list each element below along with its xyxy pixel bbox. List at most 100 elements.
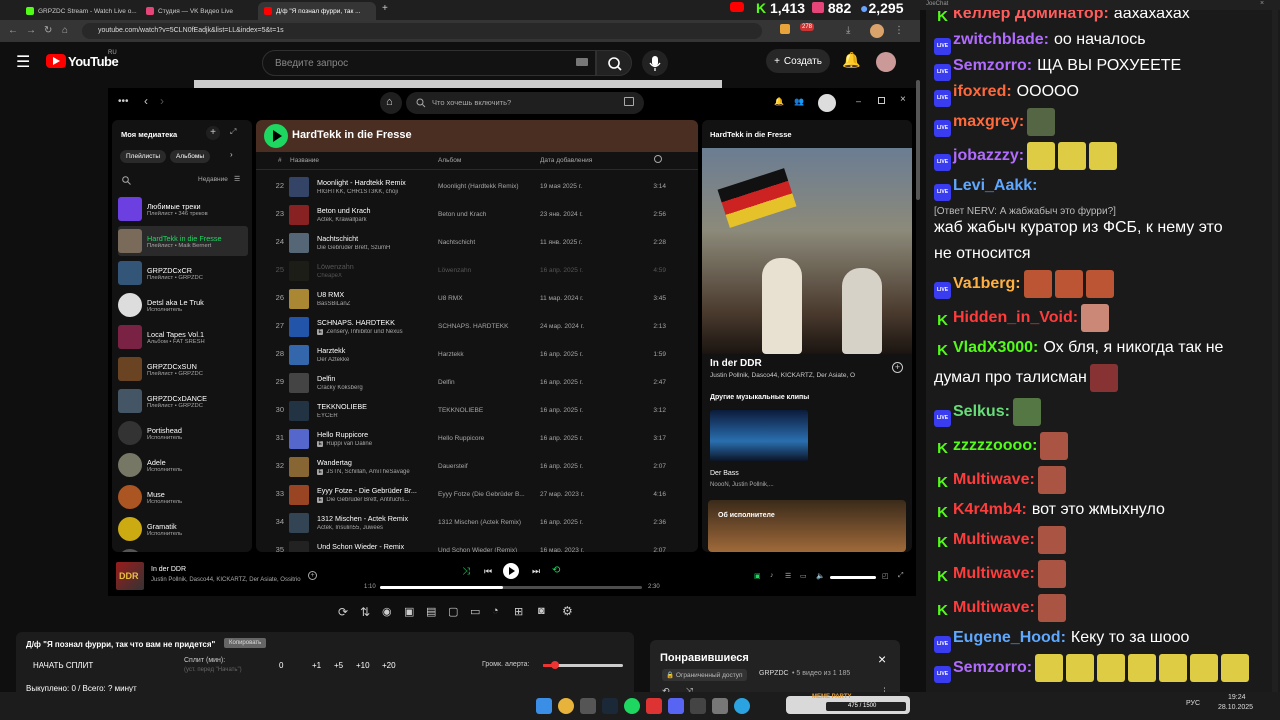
track-row[interactable]: 34 1312 Mischen - Actek Remix Actek, Insul… <box>256 509 698 537</box>
fullscreen-icon[interactable]: ⤢ <box>898 572 904 580</box>
spotify-avatar[interactable] <box>818 94 836 112</box>
browser-tab-active[interactable]: Д/ф "Я познал фурри, так ... <box>258 2 376 20</box>
add-to-library-icon[interactable]: + <box>892 362 903 373</box>
add-image-icon[interactable]: ⊞ <box>514 605 523 618</box>
chat-username[interactable]: ifoxred: <box>953 83 1012 100</box>
chat-username[interactable]: jobazzzy: <box>953 147 1024 164</box>
expand-icon[interactable]: ⤢ <box>230 127 236 137</box>
chat-username[interactable]: Va1berg: <box>953 275 1021 292</box>
library-search-icon[interactable] <box>122 176 131 185</box>
alert-volume-knob[interactable] <box>551 661 559 669</box>
chat-username[interactable]: Levi_Aakk: <box>953 177 1038 194</box>
loop-icon[interactable]: ⟳ <box>338 605 348 619</box>
chat-username[interactable]: Selkus: <box>953 403 1010 420</box>
camera-icon[interactable]: ▣ <box>404 605 414 618</box>
close-icon[interactable]: × <box>1260 0 1264 7</box>
library-item[interactable]: Muse Исполнитель <box>118 482 248 512</box>
video-name[interactable]: Der Bass <box>710 470 739 477</box>
split-value[interactable]: 0 <box>279 661 283 670</box>
music-video-thumbnail[interactable] <box>710 410 808 462</box>
minimize-icon[interactable]: – <box>856 96 861 106</box>
library-item[interactable]: Adele Исполнитель <box>118 450 248 480</box>
np-track[interactable]: In der DDR <box>710 358 762 369</box>
close-icon[interactable]: × <box>878 652 886 666</box>
chat-username[interactable]: Келлер Доминатор: <box>953 10 1109 22</box>
aspect-icon[interactable]: ▢ <box>448 605 458 618</box>
windows-start-icon[interactable] <box>536 698 552 714</box>
track-row[interactable]: 31 Hello Ruppicore E Ruppi van Daline Hello … <box>256 425 698 453</box>
liked-owner[interactable]: GRPZDC <box>759 670 789 677</box>
forward-arrow-icon[interactable]: → <box>26 25 36 36</box>
chat-username[interactable]: Eugene_Hood: <box>953 629 1066 646</box>
chat-username[interactable]: Multiwave: <box>953 531 1035 548</box>
filter-next-chevron-icon[interactable]: › <box>230 150 233 159</box>
track-row[interactable]: 29 Delfin Cracky Koksberg Delfin 16 апр. 202… <box>256 369 698 397</box>
youtube-avatar[interactable] <box>876 52 896 72</box>
library-sort[interactable]: Недавние <box>198 176 228 183</box>
close-icon[interactable]: × <box>900 94 906 105</box>
chat-scrollbar[interactable] <box>1272 10 1278 692</box>
chat-username[interactable]: maxgrey: <box>953 113 1024 130</box>
library-item[interactable]: GRPZDCxCR Плейлист • GRPZDC <box>118 258 248 288</box>
volume-icon[interactable]: 🔈 <box>816 572 825 580</box>
chat-username[interactable]: VladX3000: <box>953 339 1038 356</box>
player-artists[interactable]: Justin Pollnik, Dasco44, KICKARTZ, Der A… <box>151 577 301 583</box>
create-button[interactable]: + Создать <box>766 49 830 73</box>
play-pause-button[interactable] <box>503 563 519 579</box>
chat-username[interactable]: K4r4mb4: <box>953 501 1027 518</box>
back-chevron-icon[interactable]: ‹ <box>144 94 148 108</box>
library-item[interactable]: Любимые треки Плейлист • 346 треков <box>118 194 248 224</box>
more-dots-icon[interactable]: ••• <box>118 96 129 107</box>
liked-title[interactable]: Понравившиеся <box>660 652 749 664</box>
chat-username[interactable]: Multiwave: <box>953 471 1035 488</box>
volume-slider[interactable] <box>830 576 876 579</box>
youtube-logo-icon[interactable] <box>46 54 66 68</box>
shuffle-icon[interactable]: ⤨ <box>462 566 470 577</box>
back-arrow-icon[interactable]: ← <box>8 25 18 36</box>
progress-track[interactable] <box>380 586 642 589</box>
chat-username[interactable]: Multiwave: <box>953 599 1035 616</box>
hamburger-menu-icon[interactable]: ☰ <box>16 52 30 72</box>
settings-gear-icon[interactable]: ⚙ <box>562 604 573 618</box>
profile-avatar[interactable] <box>870 24 884 38</box>
telegram-icon[interactable] <box>734 698 750 714</box>
track-row[interactable]: 27 SCHNAPS. HARDTEKK E Zensery, Inhibitor u… <box>256 313 698 341</box>
obs-icon[interactable] <box>690 698 706 714</box>
forward-chevron-icon[interactable]: › <box>160 94 164 108</box>
steam-icon[interactable] <box>602 698 618 714</box>
theater-icon[interactable]: ▭ <box>470 605 480 618</box>
add-icon[interactable]: + <box>308 571 317 580</box>
library-item[interactable]: Gramatik Исполнитель <box>118 514 248 544</box>
library-item[interactable]: Detsl aka Le Truk Исполнитель <box>118 290 248 320</box>
keyboard-language[interactable]: РУС <box>1186 700 1200 707</box>
chat-username[interactable]: zzzzzoooo: <box>953 437 1037 454</box>
list-view-icon[interactable]: ☰ <box>234 175 240 183</box>
np-artists[interactable]: Justin Pollnik, Dasco44, KICKARTZ, Der A… <box>710 372 885 379</box>
increment-10-button[interactable]: +10 <box>356 661 370 670</box>
notifications-bell-icon[interactable]: 🔔 <box>842 51 861 69</box>
copy-button[interactable]: Копировать <box>224 638 267 648</box>
chat-username[interactable]: Semzorro: <box>953 659 1032 676</box>
filter-playlists[interactable]: Плейлисты <box>120 150 167 163</box>
app-icon[interactable] <box>646 698 662 714</box>
reload-icon[interactable]: ↻ <box>44 25 52 36</box>
now-playing-view-icon[interactable]: ▣ <box>754 572 761 580</box>
increment-1-button[interactable]: +1 <box>312 661 321 670</box>
sort-icon[interactable]: ⇅ <box>360 605 370 619</box>
library-item[interactable]: GRPZDCxSUN Плейлист • GRPZDC <box>118 354 248 384</box>
browse-icon[interactable] <box>624 97 634 106</box>
library-item[interactable]: HardTekk in die Fresse Плейлист • Maik Be… <box>118 226 248 256</box>
home-icon[interactable]: ⌂ <box>62 25 68 36</box>
lyrics-icon[interactable]: ♪ <box>770 572 774 579</box>
player-track[interactable]: In der DDR <box>151 566 186 573</box>
library-item[interactable]: GRPZDCxDANCE Плейлист • GRPZDC <box>118 386 248 416</box>
spotify-icon[interactable] <box>624 698 640 714</box>
about-artist-card[interactable]: Об исполнителе <box>708 500 906 552</box>
track-row[interactable]: 22 Moonlight - Hardtekk Remix HIGHTKK, CHR… <box>256 173 698 201</box>
track-row[interactable]: 30 TEKKNOLIEBE EYCER TEKKNOLIEBE 16 апр. 202… <box>256 397 698 425</box>
play-button[interactable] <box>264 124 288 148</box>
col-title[interactable]: Название <box>290 157 319 164</box>
track-row[interactable]: 25 Löwenzahn CheapeX Löwenzahn 16 апр. 2025 … <box>256 257 698 285</box>
repeat-icon[interactable]: ⟲ <box>552 565 560 576</box>
track-row[interactable]: 32 Wandertag E JSTN, Schillah, AmiTheSavage… <box>256 453 698 481</box>
